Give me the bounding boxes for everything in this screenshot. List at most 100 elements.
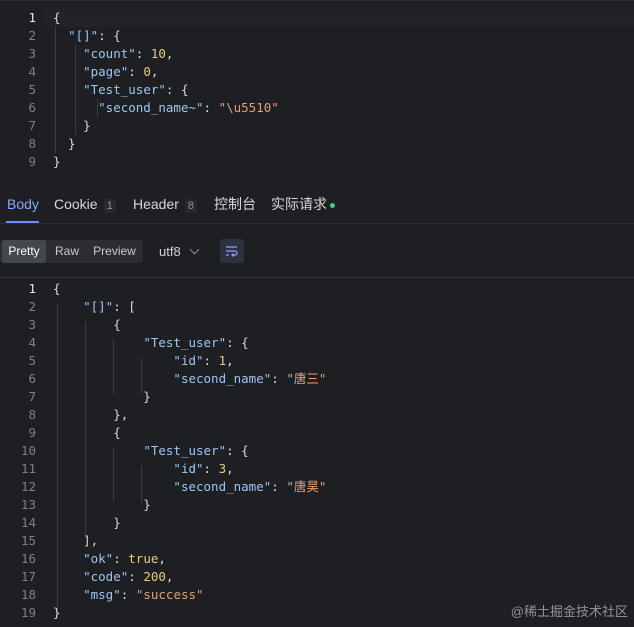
request-body-editor[interactable]: 1{2 "[]": {3 "count": 10, 4 "page": 0, 5 "… [0, 0, 634, 179]
code-token: { [53, 10, 61, 25]
code-token: 10 [150, 46, 166, 61]
code-text: { [53, 316, 121, 334]
response-body-viewer[interactable]: 1{2 "[]": [3 {4 "Test_user": {5 "id": 1,… [0, 277, 634, 627]
tab-header[interactable]: Header 8 [133, 185, 198, 223]
code-text: { [53, 280, 61, 298]
code-text: "Test_user": { [53, 81, 188, 99]
code-token: }, [53, 407, 129, 422]
code-line: 2 "[]": { [0, 27, 634, 45]
code-token: "id" [173, 461, 204, 476]
response-tabs: Body Cookie 1 Header 8 控制台 实际请求 [0, 185, 634, 224]
wrap-lines-button[interactable] [220, 239, 244, 263]
encoding-select[interactable]: utf8 [159, 240, 200, 263]
code-token: : [135, 46, 151, 61]
code-token: , [226, 461, 234, 476]
tab-console[interactable]: 控制台 [214, 185, 256, 223]
code-token: "Test_user" [83, 82, 166, 97]
tab-cookie[interactable]: Cookie 1 [54, 185, 116, 223]
code-token: } [53, 118, 91, 133]
code-line: 5 "id": 1, [0, 352, 634, 370]
line-number: 12 [20, 479, 36, 494]
line-number: 8 [28, 136, 36, 151]
code-line: 3 "count": 10, [0, 45, 634, 63]
line-number: 15 [20, 533, 36, 548]
watermark: @稀土掘金技术社区 [510, 604, 628, 619]
code-text: { [53, 424, 121, 442]
line-number: 1 [28, 10, 36, 25]
code-token: "page" [83, 64, 129, 79]
code-token: "count" [83, 46, 136, 61]
line-number: 6 [28, 100, 36, 115]
code-text: "ok": true, [53, 550, 166, 568]
code-token: "second_name~" [98, 100, 204, 115]
code-line: 16 "ok": true, [0, 550, 634, 568]
line-number: 4 [28, 335, 36, 350]
code-token: "Test_user" [143, 443, 227, 458]
code-line: 7 } [0, 388, 634, 406]
line-number: 7 [28, 118, 36, 133]
code-token: : [128, 569, 144, 584]
line-number: 14 [20, 515, 36, 530]
code-text: { [53, 9, 61, 27]
line-number: 10 [20, 443, 36, 458]
code-text: "[]": [ [53, 298, 136, 316]
chevron-down-icon [189, 244, 200, 255]
code-text: "page": 0, [53, 63, 158, 81]
code-token: "success" [135, 587, 204, 602]
tab-actual-request[interactable]: 实际请求 [271, 185, 335, 223]
code-text: } [53, 135, 76, 153]
line-number: 2 [28, 28, 36, 43]
code-line: 7 } [0, 117, 634, 135]
code-token: "\u5510" [218, 100, 279, 115]
tab-cookie-label: Cookie [54, 196, 98, 212]
response-toolbar: Pretty Raw Preview utf8 [0, 237, 634, 267]
code-text: } [53, 153, 61, 171]
header-count-badge: 8 [184, 199, 198, 213]
pretty-button[interactable]: Pretty [2, 240, 46, 263]
code-token: : { [226, 443, 249, 458]
code-token: } [53, 605, 61, 620]
preview-button[interactable]: Preview [88, 240, 141, 263]
line-number: 11 [20, 461, 36, 476]
code-token: 1 [218, 353, 227, 368]
line-number: 6 [28, 371, 36, 386]
code-token: 3 [218, 461, 227, 476]
code-line: 4 "page": 0, [0, 63, 634, 81]
code-text: "count": 10, [53, 45, 173, 63]
tab-body[interactable]: Body [7, 185, 39, 223]
line-number: 17 [20, 569, 36, 584]
line-number: 16 [20, 551, 36, 566]
raw-button[interactable]: Raw [48, 240, 86, 263]
line-number: 8 [28, 407, 36, 422]
code-text: } [53, 604, 61, 622]
status-dot-icon [330, 202, 335, 208]
code-token: 200 [143, 569, 166, 584]
code-text: "id": 3, [53, 460, 234, 478]
line-number: 13 [20, 497, 36, 512]
code-text: } [53, 514, 121, 532]
code-text: } [53, 388, 151, 406]
view-mode-segmented-control: Pretty Raw Preview [0, 240, 143, 263]
code-token: , [150, 64, 159, 79]
code-token: } [53, 515, 121, 530]
code-token: : { [98, 28, 121, 43]
code-line: 13 } [0, 496, 634, 514]
code-text: "second_name~": "\u5510" [53, 99, 279, 117]
code-line: 1{ [0, 9, 634, 27]
code-text: "Test_user": { [53, 442, 249, 460]
tab-header-label: Header [133, 196, 179, 212]
code-line: 9} [0, 153, 634, 171]
tab-actual-request-label: 实际请求 [271, 196, 327, 212]
tab-console-label: 控制台 [214, 196, 256, 212]
code-text: "id": 1, [53, 352, 233, 370]
line-number: 18 [20, 587, 36, 602]
code-token: "[]" [68, 28, 99, 43]
line-number: 3 [28, 46, 36, 61]
code-token: , [158, 551, 166, 566]
